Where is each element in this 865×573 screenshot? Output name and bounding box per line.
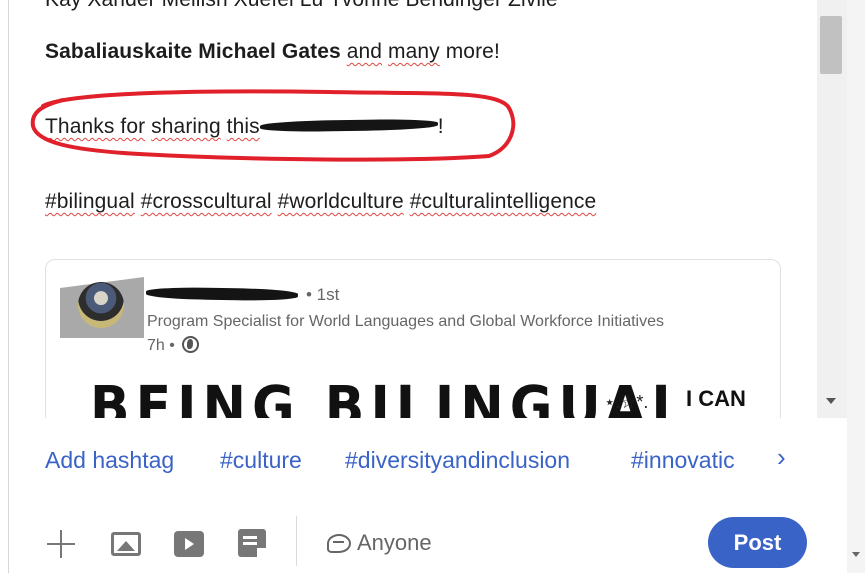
hashtag-suggestion-diversity[interactable]: #diversityandinclusion: [345, 447, 570, 474]
hashtag-suggestion-culture[interactable]: #culture: [220, 447, 302, 474]
word-more: more!: [445, 40, 500, 63]
globe-icon: [182, 336, 200, 353]
post-time: 7h •: [147, 336, 200, 355]
red-annotation-circle: [30, 89, 516, 162]
editor-scrollbar[interactable]: [817, 0, 847, 418]
video-icon[interactable]: [174, 531, 204, 557]
hashtags-line: #bilingual #crosscultural #worldculture …: [45, 190, 596, 214]
time-label: 7h •: [147, 337, 175, 354]
chevron-right-icon[interactable]: ›: [777, 442, 786, 473]
author-headline: Program Specialist for World Languages a…: [147, 313, 664, 330]
audience-selector[interactable]: Anyone: [327, 530, 432, 556]
scroll-down-arrow-icon[interactable]: [826, 398, 836, 404]
page-scroll-down-icon[interactable]: [852, 552, 860, 557]
post-editor[interactable]: Kay Xander Mellish Xuefei Lu Yvonne Bend…: [9, 0, 817, 418]
scrollbar-thumb[interactable]: [820, 16, 842, 74]
page-scrollbar[interactable]: [847, 0, 865, 573]
redacted-author-name: [145, 286, 299, 302]
post-button[interactable]: Post: [708, 517, 807, 568]
connection-degree: • 1st: [306, 285, 340, 304]
mention-michael-gates[interactable]: Michael Gates: [198, 40, 341, 63]
hashtag-worldculture[interactable]: #worldculture: [278, 190, 404, 213]
post-image-banner-text: BEING BILINGUAL: [90, 375, 691, 418]
hashtag-bilingual[interactable]: #bilingual: [45, 190, 135, 213]
mentions-line-2: Sabaliauskaite Michael Gates and many mo…: [45, 40, 500, 64]
mentions-line-1: Kay Xander Mellish Xuefei Lu Yvonne Bend…: [45, 0, 558, 12]
shared-post-card[interactable]: • 1st Program Specialist for World Langu…: [45, 259, 781, 418]
image-icon[interactable]: [111, 532, 141, 556]
comment-icon: [327, 534, 351, 553]
avatar-photo: [78, 282, 124, 328]
word-many: many: [388, 40, 440, 63]
audience-label: Anyone: [357, 530, 432, 555]
composer-toolbar: Anyone Post: [9, 510, 847, 573]
sparkle-decoration: ⋆.☆*.: [604, 392, 649, 412]
plus-icon[interactable]: [47, 530, 75, 558]
hashtag-crosscultural[interactable]: #crosscultural: [141, 190, 272, 213]
hashtag-culturalintelligence[interactable]: #culturalintelligence: [410, 190, 597, 213]
mention-sabaliauskaite[interactable]: Sabaliauskaite: [45, 40, 192, 63]
document-icon[interactable]: [238, 529, 266, 557]
add-hashtag-button[interactable]: Add hashtag: [45, 447, 174, 474]
hashtag-suggestion-innovation[interactable]: #innovatic: [631, 447, 735, 474]
post-image-right-text: I CAN: [686, 386, 746, 411]
toolbar-divider: [296, 516, 297, 566]
hashtag-suggestions: Add hashtag #culture #diversityandinclus…: [9, 438, 847, 484]
word-and: and: [346, 40, 383, 63]
